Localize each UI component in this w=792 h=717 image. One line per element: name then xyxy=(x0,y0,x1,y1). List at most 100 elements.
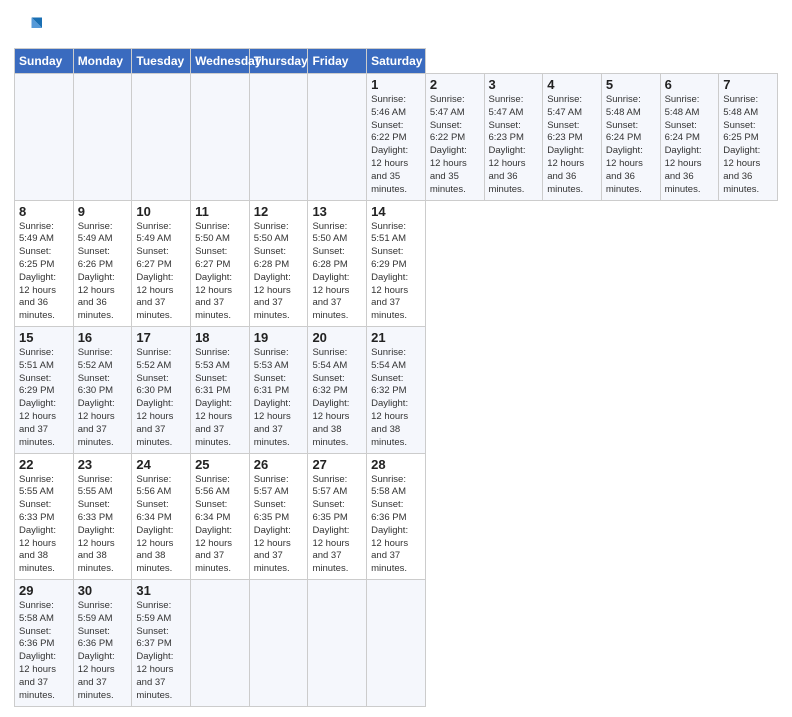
day-info: Sunrise: 5:47 AMSunset: 6:22 PMDaylight:… xyxy=(430,94,480,197)
calendar-day-cell: 19 Sunrise: 5:53 AMSunset: 6:31 PMDayligh… xyxy=(249,327,308,454)
day-number: 31 xyxy=(136,583,186,598)
day-info: Sunrise: 5:51 AMSunset: 6:29 PMDaylight:… xyxy=(19,347,69,450)
day-number: 19 xyxy=(254,330,304,345)
day-number: 26 xyxy=(254,457,304,472)
calendar-week-row: 1 Sunrise: 5:46 AMSunset: 6:22 PMDaylight… xyxy=(15,74,778,201)
calendar-day-cell: 1 Sunrise: 5:46 AMSunset: 6:22 PMDaylight… xyxy=(367,74,426,201)
calendar-day-cell: 5 Sunrise: 5:48 AMSunset: 6:24 PMDaylight… xyxy=(601,74,660,201)
day-number: 9 xyxy=(78,204,128,219)
calendar-day-cell: 21 Sunrise: 5:54 AMSunset: 6:32 PMDayligh… xyxy=(367,327,426,454)
weekday-header-row: SundayMondayTuesdayWednesdayThursdayFrid… xyxy=(15,49,778,74)
day-info: Sunrise: 5:54 AMSunset: 6:32 PMDaylight:… xyxy=(371,347,421,450)
weekday-header-sunday: Sunday xyxy=(15,49,74,74)
day-number: 22 xyxy=(19,457,69,472)
day-info: Sunrise: 5:57 AMSunset: 6:35 PMDaylight:… xyxy=(254,474,304,577)
day-info: Sunrise: 5:56 AMSunset: 6:34 PMDaylight:… xyxy=(136,474,186,577)
calendar-day-cell: 30 Sunrise: 5:59 AMSunset: 6:36 PMDayligh… xyxy=(73,580,132,707)
day-info: Sunrise: 5:55 AMSunset: 6:33 PMDaylight:… xyxy=(78,474,128,577)
calendar-day-cell: 16 Sunrise: 5:52 AMSunset: 6:30 PMDayligh… xyxy=(73,327,132,454)
calendar-week-row: 15Sunrise: 5:51 AMSunset: 6:29 PMDayligh… xyxy=(15,327,778,454)
day-info: Sunrise: 5:47 AMSunset: 6:23 PMDaylight:… xyxy=(547,94,597,197)
day-info: Sunrise: 5:49 AMSunset: 6:25 PMDaylight:… xyxy=(19,221,69,324)
calendar-day-cell: 9Sunrise: 5:49 AMSunset: 6:26 PMDaylight… xyxy=(73,200,132,327)
day-number: 6 xyxy=(665,77,715,92)
logo xyxy=(14,14,44,42)
calendar-empty-cell xyxy=(367,580,426,707)
day-number: 13 xyxy=(312,204,362,219)
day-number: 27 xyxy=(312,457,362,472)
day-info: Sunrise: 5:55 AMSunset: 6:33 PMDaylight:… xyxy=(19,474,69,577)
day-number: 18 xyxy=(195,330,245,345)
calendar-day-cell: 24 Sunrise: 5:56 AMSunset: 6:34 PMDayligh… xyxy=(132,453,191,580)
day-info: Sunrise: 5:50 AMSunset: 6:27 PMDaylight:… xyxy=(195,221,245,324)
calendar-day-cell: 14 Sunrise: 5:51 AMSunset: 6:29 PMDayligh… xyxy=(367,200,426,327)
day-number: 30 xyxy=(78,583,128,598)
day-number: 5 xyxy=(606,77,656,92)
calendar-day-cell: 17Sunrise: 5:52 AMSunset: 6:30 PMDayligh… xyxy=(132,327,191,454)
calendar-empty-cell xyxy=(249,580,308,707)
day-info: Sunrise: 5:58 AMSunset: 6:36 PMDaylight:… xyxy=(371,474,421,577)
day-info: Sunrise: 5:52 AMSunset: 6:30 PMDaylight:… xyxy=(136,347,186,450)
weekday-header-tuesday: Tuesday xyxy=(132,49,191,74)
day-info: Sunrise: 5:51 AMSunset: 6:29 PMDaylight:… xyxy=(371,221,421,324)
calendar-day-cell: 2 Sunrise: 5:47 AMSunset: 6:22 PMDaylight… xyxy=(425,74,484,201)
day-info: Sunrise: 5:53 AMSunset: 6:31 PMDaylight:… xyxy=(195,347,245,450)
calendar-day-cell: 12 Sunrise: 5:50 AMSunset: 6:28 PMDayligh… xyxy=(249,200,308,327)
calendar-table: SundayMondayTuesdayWednesdayThursdayFrid… xyxy=(14,48,778,707)
calendar-day-cell: 11 Sunrise: 5:50 AMSunset: 6:27 PMDayligh… xyxy=(191,200,250,327)
day-number: 11 xyxy=(195,204,245,219)
calendar-empty-cell xyxy=(308,580,367,707)
calendar-day-cell: 29Sunrise: 5:58 AMSunset: 6:36 PMDayligh… xyxy=(15,580,74,707)
calendar-empty-cell xyxy=(73,74,132,201)
day-info: Sunrise: 5:57 AMSunset: 6:35 PMDaylight:… xyxy=(312,474,362,577)
calendar-container: SundayMondayTuesdayWednesdayThursdayFrid… xyxy=(0,0,792,717)
day-number: 10 xyxy=(136,204,186,219)
calendar-day-cell: 28 Sunrise: 5:58 AMSunset: 6:36 PMDayligh… xyxy=(367,453,426,580)
weekday-header-wednesday: Wednesday xyxy=(191,49,250,74)
day-number: 21 xyxy=(371,330,421,345)
calendar-week-row: 29Sunrise: 5:58 AMSunset: 6:36 PMDayligh… xyxy=(15,580,778,707)
weekday-header-thursday: Thursday xyxy=(249,49,308,74)
day-number: 20 xyxy=(312,330,362,345)
day-info: Sunrise: 5:56 AMSunset: 6:34 PMDaylight:… xyxy=(195,474,245,577)
calendar-day-cell: 22 Sunrise: 5:55 AMSunset: 6:33 PMDayligh… xyxy=(15,453,74,580)
day-info: Sunrise: 5:50 AMSunset: 6:28 PMDaylight:… xyxy=(254,221,304,324)
day-number: 25 xyxy=(195,457,245,472)
day-info: Sunrise: 5:59 AMSunset: 6:36 PMDaylight:… xyxy=(78,600,128,703)
calendar-empty-cell xyxy=(15,74,74,201)
day-number: 8 xyxy=(19,204,69,219)
weekday-header-friday: Friday xyxy=(308,49,367,74)
calendar-day-cell: 7Sunrise: 5:48 AMSunset: 6:25 PMDaylight… xyxy=(719,74,778,201)
day-number: 2 xyxy=(430,77,480,92)
calendar-day-cell: 10 Sunrise: 5:49 AMSunset: 6:27 PMDayligh… xyxy=(132,200,191,327)
calendar-week-row: 22 Sunrise: 5:55 AMSunset: 6:33 PMDayligh… xyxy=(15,453,778,580)
day-number: 24 xyxy=(136,457,186,472)
calendar-day-cell: 31 Sunrise: 5:59 AMSunset: 6:37 PMDayligh… xyxy=(132,580,191,707)
day-info: Sunrise: 5:50 AMSunset: 6:28 PMDaylight:… xyxy=(312,221,362,324)
calendar-empty-cell xyxy=(308,74,367,201)
calendar-day-cell: 8 Sunrise: 5:49 AMSunset: 6:25 PMDaylight… xyxy=(15,200,74,327)
calendar-day-cell: 23Sunrise: 5:55 AMSunset: 6:33 PMDayligh… xyxy=(73,453,132,580)
header xyxy=(14,10,778,42)
day-info: Sunrise: 5:52 AMSunset: 6:30 PMDaylight:… xyxy=(78,347,128,450)
day-info: Sunrise: 5:46 AMSunset: 6:22 PMDaylight:… xyxy=(371,94,421,197)
calendar-day-cell: 15Sunrise: 5:51 AMSunset: 6:29 PMDayligh… xyxy=(15,327,74,454)
day-number: 29 xyxy=(19,583,69,598)
day-number: 16 xyxy=(78,330,128,345)
calendar-empty-cell xyxy=(191,580,250,707)
day-info: Sunrise: 5:53 AMSunset: 6:31 PMDaylight:… xyxy=(254,347,304,450)
day-info: Sunrise: 5:47 AMSunset: 6:23 PMDaylight:… xyxy=(489,94,539,197)
day-info: Sunrise: 5:49 AMSunset: 6:27 PMDaylight:… xyxy=(136,221,186,324)
day-number: 14 xyxy=(371,204,421,219)
day-number: 28 xyxy=(371,457,421,472)
calendar-day-cell: 27 Sunrise: 5:57 AMSunset: 6:35 PMDayligh… xyxy=(308,453,367,580)
day-number: 4 xyxy=(547,77,597,92)
day-info: Sunrise: 5:48 AMSunset: 6:24 PMDaylight:… xyxy=(606,94,656,197)
day-info: Sunrise: 5:59 AMSunset: 6:37 PMDaylight:… xyxy=(136,600,186,703)
weekday-header-saturday: Saturday xyxy=(367,49,426,74)
day-number: 12 xyxy=(254,204,304,219)
day-number: 1 xyxy=(371,77,421,92)
weekday-header-monday: Monday xyxy=(73,49,132,74)
calendar-day-cell: 18 Sunrise: 5:53 AMSunset: 6:31 PMDayligh… xyxy=(191,327,250,454)
calendar-day-cell: 20Sunrise: 5:54 AMSunset: 6:32 PMDayligh… xyxy=(308,327,367,454)
